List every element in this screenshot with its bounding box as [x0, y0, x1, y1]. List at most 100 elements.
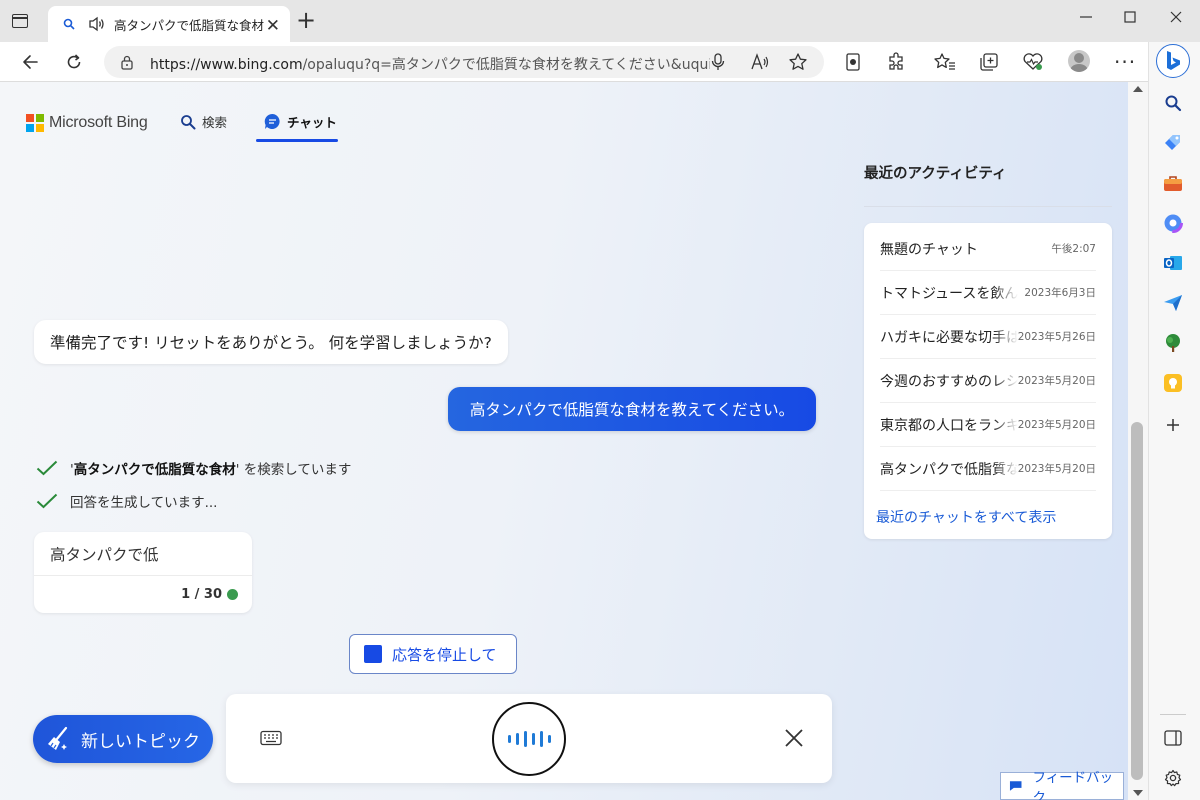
- checkmark-icon: [36, 460, 58, 476]
- lightbulb-icon[interactable]: [1162, 372, 1184, 394]
- search-icon[interactable]: [1162, 92, 1184, 114]
- search-step: '高タンパクで低脂質な食材' を検索しています: [36, 458, 351, 478]
- minimize-button[interactable]: [1076, 10, 1096, 30]
- microsoft-logo-icon: [26, 114, 44, 132]
- bing-icon[interactable]: [1156, 44, 1190, 78]
- voice-wave-bar: [507, 735, 511, 743]
- tree-icon[interactable]: [1162, 332, 1184, 354]
- recent-item-title: ハガキに必要な切手は: [880, 326, 1018, 347]
- recent-item-title: 今週のおすすめのレシピ: [880, 370, 1018, 391]
- recent-item-title: 高タンパクで低脂質な: [880, 458, 1018, 479]
- close-icon[interactable]: ✕: [266, 16, 280, 36]
- maximize-button[interactable]: [1120, 10, 1140, 30]
- close-icon[interactable]: [784, 726, 804, 754]
- browser-tab[interactable]: 高タンパクで低脂質な食材を教 ✕: [48, 6, 290, 42]
- recent-activity-title: 最近のアクティビティ: [864, 166, 1007, 182]
- window-close-button[interactable]: [1166, 10, 1186, 30]
- recent-item-title: 東京都の人口をランキング: [880, 414, 1018, 435]
- scrollbar-thumb[interactable]: [1131, 422, 1143, 780]
- more-icon[interactable]: ···: [1114, 50, 1136, 74]
- scroll-down-icon[interactable]: [1133, 790, 1143, 796]
- profile-icon[interactable]: [1068, 50, 1090, 72]
- bot-message: 準備完了です! リセットをありがとう。 何を学習しましょうか?: [34, 320, 508, 364]
- recent-item-date: 2023年5月26日: [1017, 331, 1096, 343]
- partial-response-text: 高タンパクで低: [50, 546, 159, 564]
- sidebar-divider: [1160, 714, 1186, 715]
- stop-icon: [364, 645, 382, 663]
- user-message: 高タンパクで低脂質な食材を教えてください。: [448, 387, 816, 431]
- tab-search[interactable]: 検索: [180, 112, 227, 131]
- refresh-icon[interactable]: [62, 50, 86, 74]
- lock-icon[interactable]: [120, 54, 134, 74]
- voice-wave-bar: [539, 731, 543, 747]
- plus-icon[interactable]: +: [296, 8, 316, 32]
- back-icon[interactable]: [18, 50, 42, 74]
- speaker-icon[interactable]: [88, 16, 106, 32]
- feedback-icon: [1009, 781, 1022, 791]
- stop-label: 応答を停止して: [392, 645, 497, 664]
- sidebar-toggle-icon[interactable]: [1162, 727, 1184, 749]
- add-icon[interactable]: [1162, 414, 1184, 436]
- new-topic-label: 新しいトピック: [81, 731, 200, 752]
- search-icon: [180, 114, 196, 130]
- recent-activity-list: 無題のチャット 午後2:07 トマトジュースを飲んだ 2023年6月3日 ハガキ…: [864, 223, 1112, 539]
- recent-item-date: 2023年5月20日: [1017, 463, 1096, 475]
- mic-icon[interactable]: [708, 52, 728, 72]
- recent-item-date: 午後2:07: [1051, 243, 1096, 255]
- feedback-button[interactable]: フィードバック: [1000, 770, 1124, 800]
- url-text: https://www.bing.com/opaluqu?q=高タンパクで低脂質…: [150, 57, 710, 73]
- page-scrollbar[interactable]: [1128, 82, 1148, 800]
- chat-icon: [264, 113, 281, 130]
- show-all-chats-link[interactable]: 最近のチャットをすべて表示: [876, 507, 1056, 527]
- voice-listening-button[interactable]: [492, 702, 566, 776]
- search-favicon: [62, 17, 76, 31]
- checkmark-icon: [36, 493, 58, 509]
- ebook-icon[interactable]: [842, 51, 864, 73]
- favorite-star-icon[interactable]: [788, 52, 808, 72]
- recent-item-title: トマトジュースを飲んだ: [880, 282, 1018, 303]
- voice-wave-bar: [515, 733, 519, 745]
- recent-item[interactable]: 東京都の人口をランキング 2023年5月20日: [880, 403, 1096, 447]
- voice-wave-bar: [531, 733, 535, 745]
- recent-item[interactable]: 今週のおすすめのレシピ 2023年5月20日: [880, 359, 1096, 403]
- stop-responding-button[interactable]: 応答を停止して: [349, 634, 517, 674]
- card-divider: [34, 575, 252, 576]
- tab-chat-label: チャット: [287, 115, 337, 130]
- recent-item[interactable]: 無題のチャット 午後2:07: [880, 227, 1096, 271]
- recent-item-date: 2023年5月20日: [1017, 375, 1096, 387]
- recent-item[interactable]: 高タンパクで低脂質な 2023年5月20日: [880, 447, 1096, 491]
- recent-item[interactable]: ハガキに必要な切手は 2023年5月26日: [880, 315, 1096, 359]
- settings-icon[interactable]: [1162, 767, 1184, 789]
- scroll-up-icon[interactable]: [1133, 86, 1143, 92]
- tab-search-label: 検索: [202, 115, 228, 130]
- briefcase-icon[interactable]: [1162, 172, 1184, 194]
- search-step-text: '高タンパクで低脂質な食材' を検索しています: [70, 462, 352, 478]
- favorites-icon[interactable]: [934, 51, 956, 73]
- voice-input-panel: [226, 694, 832, 783]
- read-aloud-icon[interactable]: [750, 52, 770, 72]
- response-card: 高タンパクで低 1 / 30: [34, 532, 252, 613]
- voice-wave-bar: [523, 731, 527, 747]
- recent-item-title: 無題のチャット: [880, 241, 978, 258]
- tab-chat[interactable]: チャット: [264, 112, 337, 131]
- browser-essentials-icon[interactable]: [1022, 51, 1044, 73]
- address-bar[interactable]: https://www.bing.com/opaluqu?q=高タンパクで低脂質…: [104, 46, 824, 78]
- bing-logo[interactable]: Microsoft Bing: [26, 114, 148, 132]
- collections-icon[interactable]: [978, 51, 1000, 73]
- extensions-icon[interactable]: [886, 51, 908, 73]
- tab-actions-icon[interactable]: [12, 14, 28, 28]
- broom-icon: [48, 726, 68, 750]
- keyboard-icon[interactable]: [260, 730, 282, 750]
- tag-icon[interactable]: [1162, 132, 1184, 154]
- recent-divider: [864, 206, 1112, 207]
- outlook-icon[interactable]: [1162, 252, 1184, 274]
- recent-item[interactable]: トマトジュースを飲んだ 2023年6月3日: [880, 271, 1096, 315]
- recent-item-date: 2023年6月3日: [1024, 287, 1096, 299]
- navigation-bar: https://www.bing.com/opaluqu?q=高タンパクで低脂質…: [0, 42, 1200, 82]
- turn-counter: 1 / 30: [181, 587, 222, 602]
- feedback-label: フィードバック: [1032, 770, 1114, 800]
- generating-step-text: 回答を生成しています...: [70, 495, 218, 511]
- office-icon[interactable]: [1162, 212, 1184, 234]
- send-icon[interactable]: [1162, 292, 1184, 314]
- new-topic-button[interactable]: 新しいトピック: [33, 715, 213, 763]
